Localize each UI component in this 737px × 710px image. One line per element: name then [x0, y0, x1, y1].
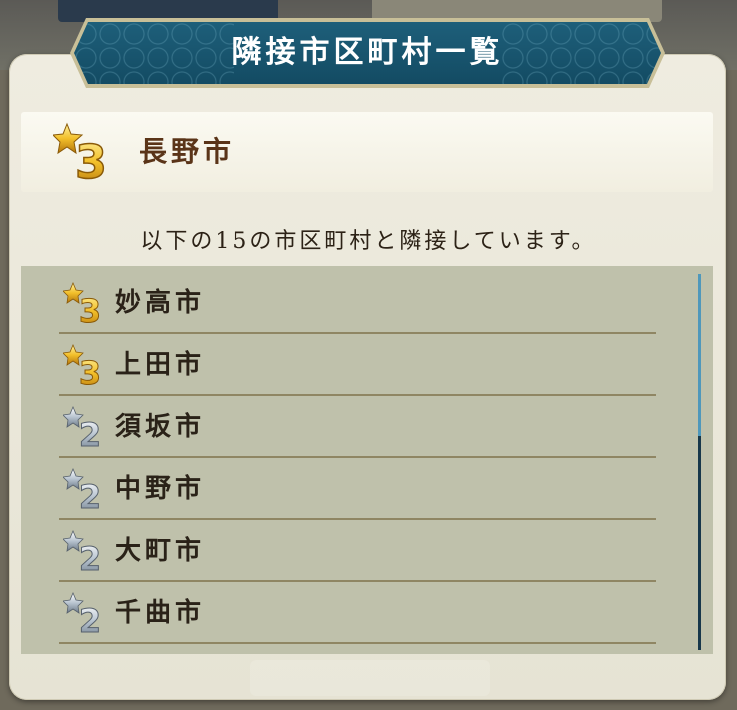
list-item[interactable]: 2 中野市 [59, 456, 656, 520]
title-bar: 隣接市区町村一覧 [74, 22, 661, 84]
neighbor-name: 上田市 [115, 350, 206, 380]
svg-text:3: 3 [79, 292, 101, 326]
gold-rank-3-icon: 3 [63, 282, 102, 326]
list-item[interactable]: 2 須坂市 [59, 394, 656, 458]
selected-city-name: 長野市 [139, 135, 236, 168]
neighbor-name: 大町市 [115, 536, 206, 566]
gold-rank-3-icon: 3 [63, 344, 102, 388]
svg-text:2: 2 [79, 602, 101, 636]
neighbor-list[interactable]: 3 妙高市 3 上田市 2 須坂市 2 中野市 2 大町市 2 千曲市 [21, 266, 713, 654]
dialog-title: 隣接市区町村一覧 [231, 35, 504, 70]
list-item[interactable]: 3 妙高市 [59, 270, 656, 334]
svg-text:2: 2 [79, 540, 101, 574]
scrollbar-upper[interactable] [698, 274, 701, 436]
gold-rank-3-icon: 3 [53, 122, 108, 184]
svg-text:3: 3 [79, 354, 101, 388]
svg-text:2: 2 [79, 416, 101, 450]
svg-text:2: 2 [79, 478, 101, 512]
list-item[interactable]: 2 大町市 [59, 518, 656, 582]
silver-rank-2-icon: 2 [63, 406, 102, 450]
neighbor-name: 千曲市 [115, 598, 206, 628]
list-item[interactable]: 2 千曲市 [59, 580, 656, 644]
bottom-button-area[interactable] [250, 660, 490, 696]
silver-rank-2-icon: 2 [63, 530, 102, 574]
svg-text:3: 3 [75, 135, 107, 184]
silver-rank-2-icon: 2 [63, 592, 102, 636]
silver-rank-2-icon: 2 [63, 468, 102, 512]
scrollbar-thumb[interactable] [698, 436, 701, 650]
neighbor-name: 須坂市 [115, 412, 206, 442]
neighbor-description: 以下の15の市区町村と隣接しています。 [140, 229, 597, 254]
list-item[interactable]: 3 上田市 [59, 332, 656, 396]
selected-city-header: 3 長野市 [21, 112, 713, 192]
neighbor-name: 中野市 [115, 474, 206, 504]
neighbor-name: 妙高市 [115, 288, 206, 318]
